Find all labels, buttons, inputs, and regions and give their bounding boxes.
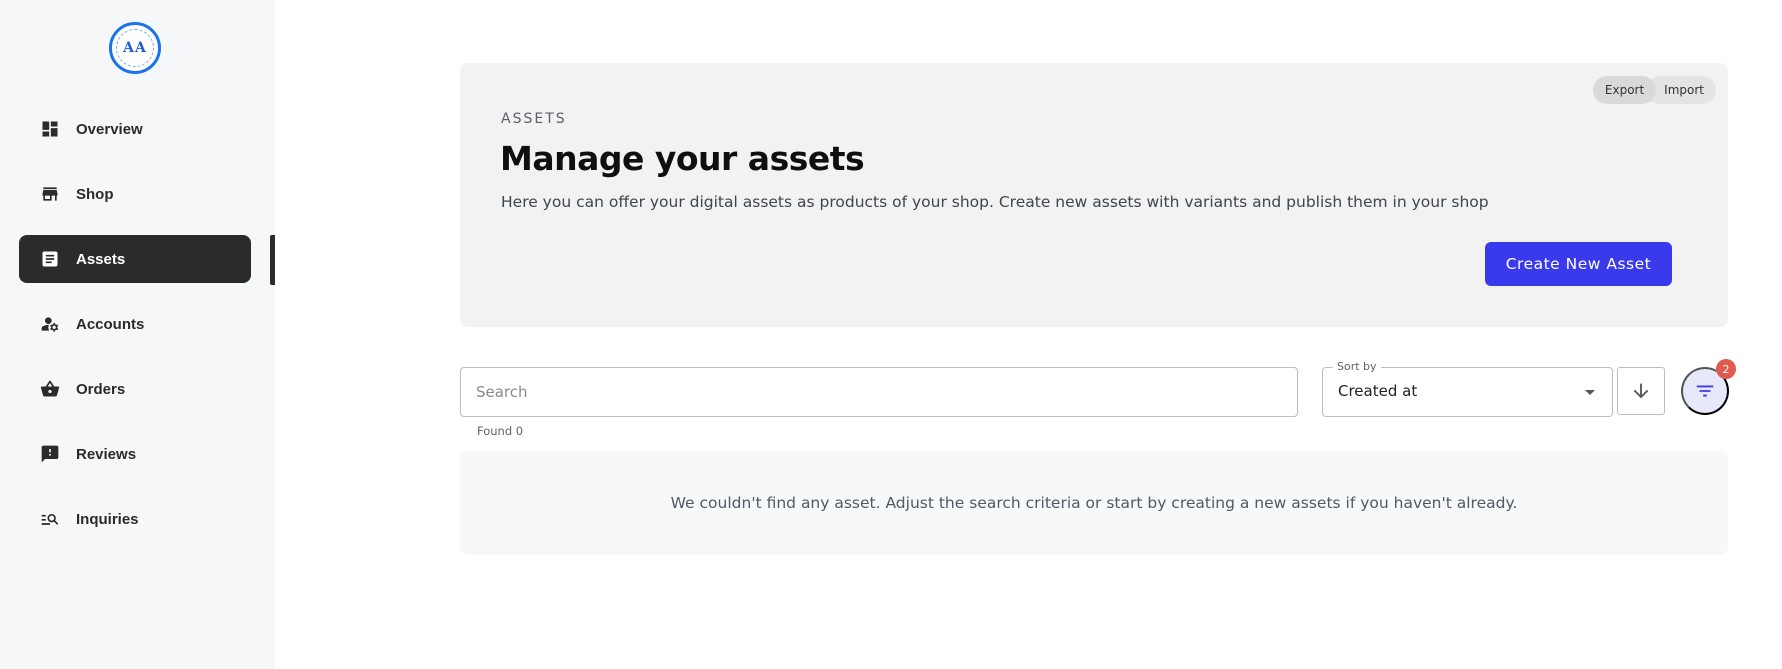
chevron-down-icon: [1585, 390, 1595, 395]
page-title: Manage your assets: [500, 139, 865, 178]
page-description: Here you can offer your digital assets a…: [501, 193, 1489, 211]
sidebar-item-assets[interactable]: Assets: [19, 235, 251, 283]
sidebar-item-label: Inquiries: [76, 510, 139, 528]
search-input[interactable]: [461, 368, 1297, 416]
brand-logo[interactable]: AA: [109, 22, 161, 74]
sidebar-item-reviews[interactable]: Reviews: [19, 430, 251, 478]
sidebar-item-shop[interactable]: Shop: [19, 170, 251, 218]
page-header-card: Export Import ASSETS Manage your assets …: [460, 63, 1728, 327]
export-button[interactable]: Export: [1592, 76, 1657, 104]
sort-label: Sort by: [1333, 360, 1381, 373]
search-list-icon: [40, 509, 60, 529]
sidebar-item-orders[interactable]: Orders: [19, 365, 251, 413]
sort-direction-button[interactable]: [1617, 367, 1665, 415]
sidebar-item-label: Orders: [76, 380, 126, 398]
import-export-group: Export Import: [1592, 76, 1716, 104]
sort-value: Created at: [1338, 382, 1418, 400]
sidebar-item-inquiries[interactable]: Inquiries: [19, 495, 251, 543]
sidebar-item-label: Reviews: [76, 445, 137, 463]
sidebar-item-overview[interactable]: Overview: [19, 105, 251, 153]
search-field[interactable]: [460, 367, 1298, 417]
feedback-icon: [40, 444, 60, 464]
store-icon: [40, 184, 60, 204]
empty-state-message: We couldn't find any asset. Adjust the s…: [670, 494, 1518, 512]
sidebar: AA Overview Shop Assets Accounts Orders …: [0, 0, 275, 669]
create-new-asset-button[interactable]: Create New Asset: [1485, 242, 1672, 286]
results-count: Found 0: [477, 424, 524, 438]
basket-icon: [40, 379, 60, 399]
active-nav-indicator: [270, 235, 275, 285]
import-button[interactable]: Import: [1646, 76, 1716, 104]
sort-select[interactable]: Sort by Created at: [1322, 360, 1613, 417]
sidebar-item-label: Accounts: [76, 315, 145, 333]
manage-accounts-icon: [40, 314, 60, 334]
filter-count-badge: 2: [1716, 359, 1736, 379]
sidebar-item-label: Shop: [76, 185, 114, 203]
brand-logo-text: AA: [123, 40, 147, 56]
document-icon: [40, 249, 60, 269]
empty-state: We couldn't find any asset. Adjust the s…: [460, 451, 1728, 555]
arrow-down-icon: [1633, 383, 1649, 399]
dashboard-icon: [40, 119, 60, 139]
sidebar-item-accounts[interactable]: Accounts: [19, 300, 251, 348]
sidebar-item-label: Overview: [76, 120, 143, 138]
page-overline: ASSETS: [501, 111, 567, 127]
sidebar-item-label: Assets: [76, 250, 126, 268]
sidebar-nav: Overview Shop Assets Accounts Orders Rev…: [19, 105, 282, 560]
filter-icon: [1696, 385, 1714, 397]
